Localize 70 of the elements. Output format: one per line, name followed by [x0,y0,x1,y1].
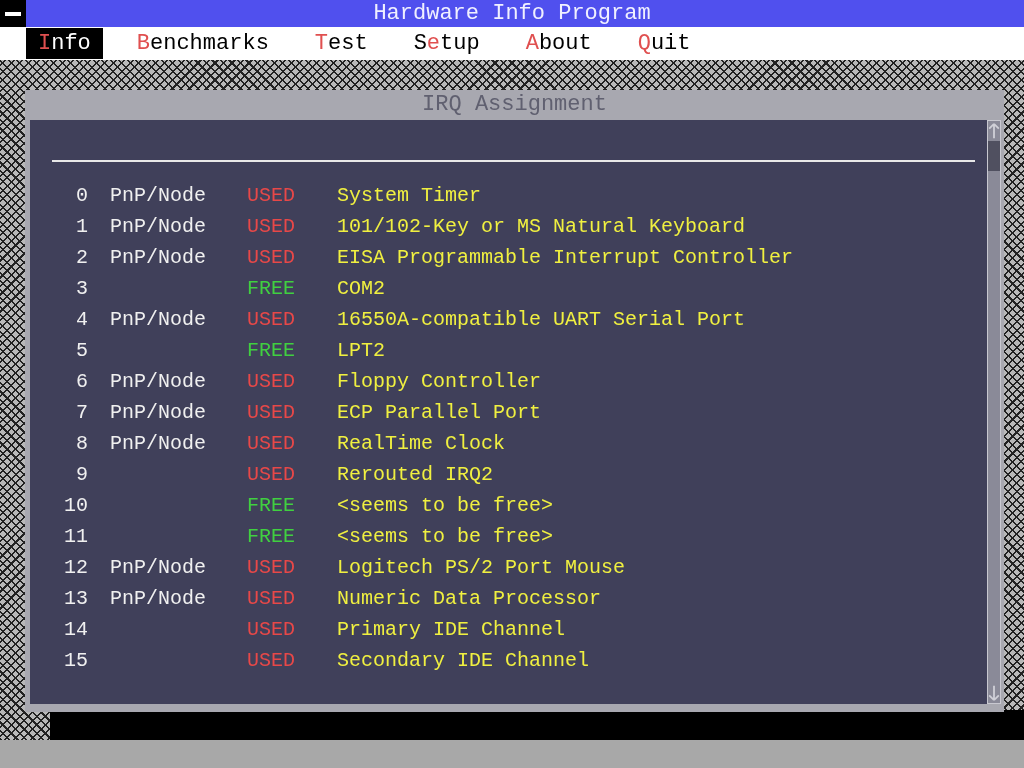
irq-status: USED [247,556,295,579]
irq-status: USED [247,215,295,238]
scrollbar[interactable] [987,120,1001,704]
irq-status: USED [247,587,295,610]
device-name: Primary IDE Channel [337,618,566,641]
irq-source: PnP/Node [110,246,206,269]
dialog-title: IRQ Assignment [421,91,608,119]
menu-item[interactable]: Test [302,28,380,59]
menu-item[interactable]: About [513,28,604,59]
irq-source: PnP/Node [110,401,206,424]
irq-status: USED [247,246,295,269]
irq-source: PnP/Node [110,587,206,610]
device-name: Numeric Data Processor [337,587,602,610]
irq-status: FREE [247,339,295,362]
irq-status: USED [247,370,295,393]
irq-source: PnP/Node [110,370,206,393]
device-name: ECP Parallel Port [337,401,542,424]
irq-status: USED [247,618,295,641]
irq-status: USED [247,463,295,486]
device-name: Floppy Controller [337,370,542,393]
device-name: RealTime Clock [337,432,506,455]
irq-number: 13 [63,587,88,610]
irq-number: 4 [75,308,88,331]
window-title: Hardware Info Program [372,1,652,26]
irq-status: USED [247,401,295,424]
scroll-down-icon[interactable] [988,683,1000,703]
irq-number: 9 [75,463,88,486]
irq-source: PnP/Node [110,184,206,207]
irq-number: 0 [75,184,88,207]
irq-status: FREE [247,277,295,300]
irq-number: 6 [75,370,88,393]
device-name: 16550A-compatible UART Serial Port [337,308,746,331]
irq-status: USED [247,649,295,672]
irq-status: USED [247,308,295,331]
irq-number: 3 [75,277,88,300]
device-name: <seems to be free> [337,494,554,517]
irq-source: PnP/Node [110,556,206,579]
device-name: Rerouted IRQ2 [337,463,494,486]
irq-number: 5 [75,339,88,362]
irq-status: FREE [247,494,295,517]
menu-item[interactable]: Info [26,28,103,59]
irq-status: FREE [247,525,295,548]
system-menu-button[interactable] [0,0,26,27]
irq-source: PnP/Node [110,215,206,238]
device-name: 101/102-Key or MS Natural Keyboard [337,215,746,238]
device-name: Secondary IDE Channel [337,649,590,672]
device-name: Logitech PS/2 Port Mouse [337,556,626,579]
irq-number: 1 [75,215,88,238]
device-name: COM2 [337,277,385,300]
irq-number: 7 [75,401,88,424]
irq-source: PnP/Node [110,432,206,455]
irq-number: 8 [75,432,88,455]
irq-status: USED [247,432,295,455]
device-name: LPT2 [337,339,385,362]
scroll-up-icon[interactable] [988,121,1000,141]
scroll-thumb[interactable] [988,141,1000,171]
irq-number: 15 [63,649,88,672]
irq-number: 12 [63,556,88,579]
irq-number: 14 [63,618,88,641]
irq-source: PnP/Node [110,308,206,331]
device-name: EISA Programmable Interrupt Controller [337,246,794,269]
device-name: <seems to be free> [337,525,554,548]
irq-number: 11 [63,525,88,548]
irq-number: 2 [75,246,88,269]
menu-item[interactable]: Quit [625,28,703,59]
device-name: System Timer [337,184,482,207]
irq-number: 10 [63,494,88,517]
menu-item[interactable]: Benchmarks [124,28,281,59]
menu-item[interactable]: Setup [401,28,492,59]
irq-status: USED [247,184,295,207]
